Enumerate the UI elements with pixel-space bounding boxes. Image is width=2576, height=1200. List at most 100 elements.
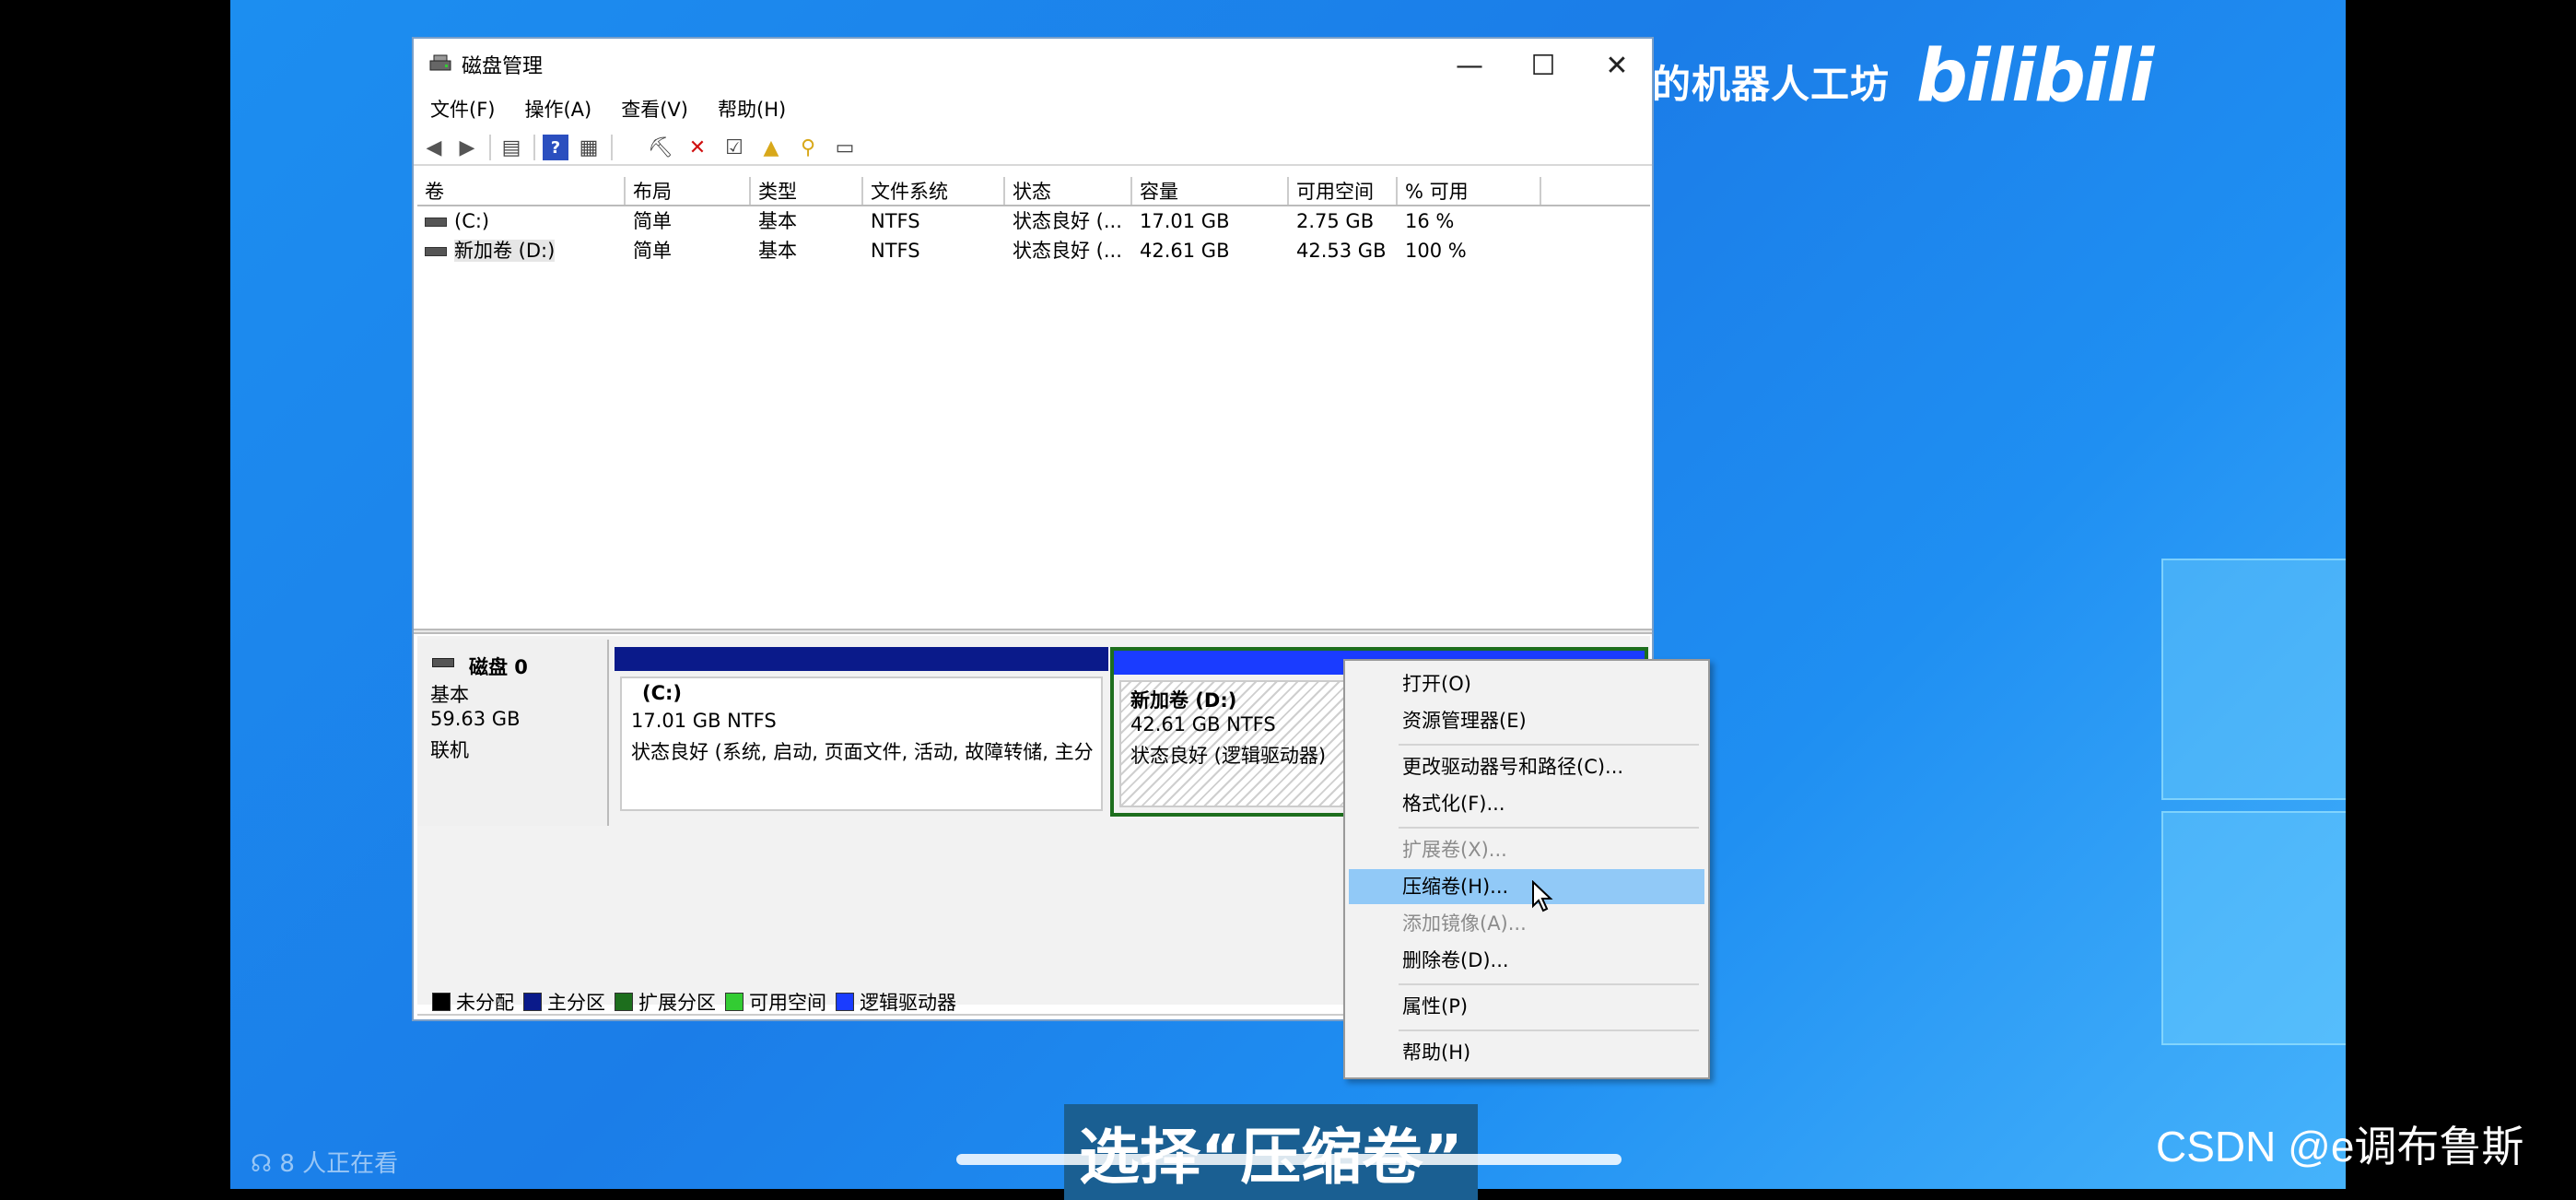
layout-cell: 简单 — [633, 240, 672, 262]
viewer-count: ☊ 8 人正在看 — [251, 1145, 398, 1179]
partition-c-size: 17.01 GB NTFS — [631, 710, 777, 732]
viewer-count-text: 8 人正在看 — [279, 1150, 399, 1178]
column-header-layout[interactable]: 布局 — [626, 177, 751, 205]
window-title: 磁盘管理 — [462, 55, 544, 78]
column-header-capacity[interactable]: 容量 — [1132, 177, 1289, 205]
legend-swatch-unallocated — [432, 993, 451, 1011]
primary-partition-bar — [615, 647, 1108, 671]
layout-cell: 简单 — [633, 210, 672, 232]
menu-item-change-drive-letter[interactable]: 更改驱动器号和路径(C)... — [1349, 749, 1704, 784]
column-header-type[interactable]: 类型 — [751, 177, 863, 205]
toolbar-separator — [489, 135, 491, 160]
partition-d-title: 新加卷 (D:) — [1130, 689, 1237, 712]
menu-item-properties[interactable]: 属性(P) — [1349, 989, 1704, 1024]
video-progress-handle[interactable] — [956, 1154, 1622, 1165]
type-cell: 基本 — [758, 240, 797, 262]
video-subtitle: 选择“压缩卷” — [1064, 1104, 1478, 1200]
menu-view[interactable]: 查看(V) — [604, 95, 701, 123]
filesystem-cell: NTFS — [871, 240, 920, 262]
menu-help[interactable]: 帮助(H) — [701, 95, 799, 123]
menu-item-delete-volume[interactable]: 删除卷(D)... — [1349, 943, 1704, 978]
menu-separator — [1399, 983, 1699, 985]
menu-file[interactable]: 文件(F) — [414, 95, 508, 123]
menu-item-extend-volume: 扩展卷(X)... — [1402, 839, 1507, 861]
disk-0-info[interactable]: 磁盘 0 基本 59.63 GB 联机 — [417, 640, 609, 826]
partition-c-status: 状态良好 (系统, 启动, 页面文件, 活动, 故障转储, 主分 — [631, 741, 1094, 763]
back-arrow-icon[interactable]: ◀ — [421, 135, 447, 160]
partition-d-size: 42.61 GB NTFS — [1130, 713, 1276, 735]
menu-bar: 文件(F) 操作(A) 查看(V) 帮助(H) — [414, 92, 1652, 125]
check-icon[interactable]: ☑ — [721, 135, 747, 160]
forward-arrow-icon[interactable]: ▶ — [454, 135, 480, 160]
legend-swatch-extended — [615, 993, 633, 1011]
windows-logo-pane-top — [2161, 559, 2346, 800]
context-menu: 打开(O) 资源管理器(E) 更改驱动器号和路径(C)... 格式化(F)...… — [1343, 659, 1710, 1079]
maximize-button[interactable]: ☐ — [1506, 39, 1580, 92]
menu-separator — [1399, 744, 1699, 746]
disk-state: 联机 — [430, 739, 469, 761]
column-header-volume[interactable]: 卷 — [417, 177, 626, 205]
menu-item-format[interactable]: 格式化(F)... — [1349, 786, 1704, 821]
connect-drive-icon[interactable]: ⛏ — [648, 135, 673, 160]
menu-separator — [1399, 1029, 1699, 1031]
table-row[interactable]: 新加卷 (D:) 简单 基本 NTFS 状态良好 (... 42.61 GB 4… — [417, 236, 1650, 265]
percent-free-cell: 16 % — [1405, 210, 1455, 232]
partition-d-status: 状态良好 (逻辑驱动器) — [1130, 745, 1327, 767]
help-icon[interactable]: ? — [543, 135, 568, 160]
properties-icon[interactable]: ▭ — [832, 135, 858, 160]
legend-label: 未分配 — [456, 992, 514, 1014]
action-pane-icon[interactable]: ▦ — [576, 135, 602, 160]
filesystem-cell: NTFS — [871, 210, 920, 232]
title-bar[interactable]: 磁盘管理 — ☐ ✕ — [414, 39, 1652, 92]
volume-list: 卷 布局 类型 文件系统 状态 容量 可用空间 % 可用 (C:) 简单 基本 … — [417, 177, 1650, 629]
partition-c-body: (C:) 17.01 GB NTFS 状态良好 (系统, 启动, 页面文件, 活… — [620, 676, 1103, 811]
menu-item-add-mirror: 添加镜像(A)... — [1402, 912, 1527, 935]
toolbar-separator — [533, 135, 535, 160]
volume-name-cell: 新加卷 (D:) — [417, 236, 626, 265]
folder-up-icon[interactable]: ▲ — [758, 135, 784, 160]
legend-swatch-free-space — [725, 993, 744, 1011]
volume-name: 新加卷 (D:) — [454, 240, 556, 262]
partition-c-title: (C:) — [642, 682, 683, 704]
toolbar: ◀ ▶ ▤ ? ▦ ⛏ ✕ ☑ ▲ ⚲ ▭ — [414, 127, 1652, 166]
column-header-status[interactable]: 状态 — [1005, 177, 1132, 205]
partition-legend: 未分配 主分区 扩展分区 可用空间 逻辑驱动器 — [423, 988, 956, 1016]
percent-free-cell: 100 % — [1405, 240, 1467, 262]
menu-item-open[interactable]: 打开(O) — [1349, 666, 1704, 701]
csdn-watermark: CSDN @e调布鲁斯 — [2156, 1123, 2524, 1171]
legend-swatch-logical — [836, 993, 854, 1011]
legend-label: 扩展分区 — [638, 992, 716, 1014]
menu-item-shrink-volume[interactable]: 压缩卷(H)... — [1349, 869, 1704, 904]
menu-action[interactable]: 操作(A) — [508, 95, 604, 123]
windows-logo-pane-bottom — [2161, 811, 2346, 1045]
partition-c[interactable]: (C:) 17.01 GB NTFS 状态良好 (系统, 启动, 页面文件, 活… — [615, 647, 1108, 817]
disk-name: 磁盘 0 — [469, 656, 528, 678]
delete-icon[interactable]: ✕ — [685, 135, 710, 160]
search-folder-icon[interactable]: ⚲ — [795, 135, 821, 160]
menu-item-help[interactable]: 帮助(H) — [1349, 1035, 1704, 1070]
minimize-button[interactable]: — — [1433, 39, 1506, 92]
column-header-free-space[interactable]: 可用空间 — [1289, 177, 1398, 205]
disk-size: 59.63 GB — [430, 708, 521, 730]
drive-icon — [425, 247, 447, 256]
pane-splitter[interactable] — [414, 629, 1652, 634]
menu-separator — [1399, 827, 1699, 829]
status-cell: 状态良好 (... — [1013, 210, 1122, 232]
column-header-filesystem[interactable]: 文件系统 — [863, 177, 1005, 205]
close-button[interactable]: ✕ — [1580, 39, 1654, 92]
legend-label: 主分区 — [547, 992, 605, 1014]
menu-item-explorer[interactable]: 资源管理器(E) — [1349, 703, 1704, 738]
console-tree-icon[interactable]: ▤ — [498, 135, 524, 160]
status-cell: 状态良好 (... — [1013, 240, 1122, 262]
toolbar-separator — [611, 135, 613, 160]
disk-management-icon — [429, 54, 451, 71]
viewers-icon: ☊ — [251, 1150, 280, 1178]
volume-list-header: 卷 布局 类型 文件系统 状态 容量 可用空间 % 可用 — [417, 177, 1650, 206]
table-row[interactable]: (C:) 简单 基本 NTFS 状态良好 (... 17.01 GB 2.75 … — [417, 206, 1650, 236]
disk-icon — [432, 658, 454, 667]
column-header-percent-free[interactable]: % 可用 — [1398, 177, 1541, 205]
drive-icon — [425, 218, 447, 227]
disk-type: 基本 — [430, 684, 469, 706]
free-space-cell: 42.53 GB — [1296, 240, 1387, 262]
legend-label: 可用空间 — [749, 992, 826, 1014]
